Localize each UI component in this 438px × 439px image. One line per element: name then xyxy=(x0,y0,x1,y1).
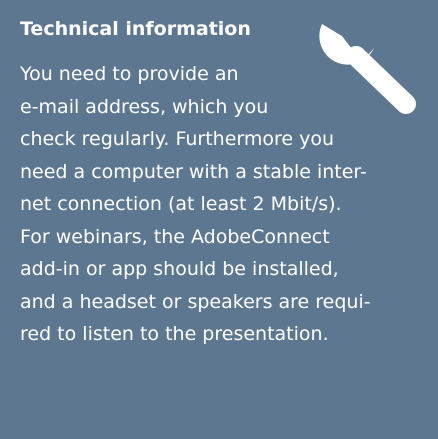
technical-info-panel: Technical information You need to provid… xyxy=(0,0,438,439)
body-line: e-mail address, which you xyxy=(20,95,269,118)
panel-title: Technical information xyxy=(20,18,251,40)
body-line: You need to provide an xyxy=(20,63,239,85)
body-line: and a headset or speakers are requi- xyxy=(20,290,371,313)
body-line: add-in or app should be installed, xyxy=(20,258,339,280)
body-line: check regularly. Furthermore you xyxy=(20,128,335,150)
body-line: red to listen to the presentation. xyxy=(20,323,329,345)
body-line: net connection (at least 2 Mbit/s). xyxy=(20,193,342,215)
body-line: For webinars, the AdobeConnect xyxy=(20,225,330,248)
body-line: need a computer with a stable inter- xyxy=(20,160,367,183)
panel-body-text: You need to provide an e-mail address, w… xyxy=(20,58,425,351)
